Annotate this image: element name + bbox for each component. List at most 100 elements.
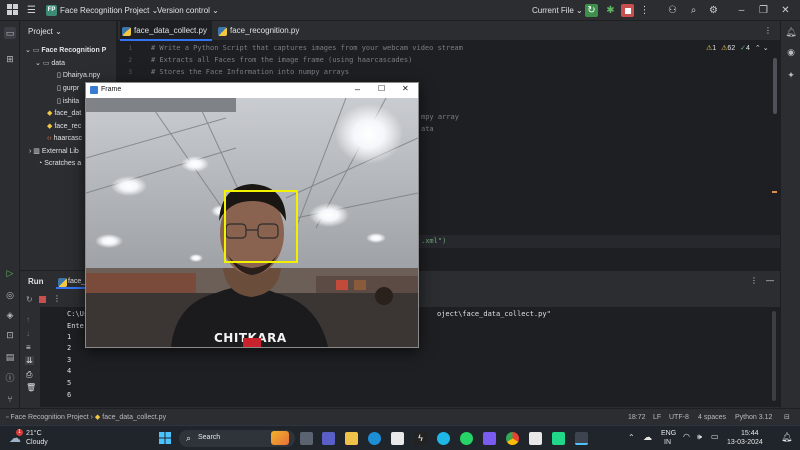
file-explorer-icon[interactable] [345,432,358,445]
circle-app-icon[interactable] [437,432,450,445]
minimize-icon[interactable]: – [355,84,360,94]
git-icon[interactable]: ⑂ [4,393,16,405]
amazon-icon[interactable] [391,432,404,445]
layers-icon[interactable]: ◈ [4,309,16,321]
tree-item-python-file[interactable]: ◆ face_dat [47,108,81,120]
maximize-icon[interactable]: ☐ [378,84,385,93]
restore-icon[interactable]: ❐ [757,4,770,17]
terminal-icon[interactable]: ▤ [4,351,16,363]
line-separator[interactable]: LF [653,409,661,426]
clock-time[interactable]: 15:44 [741,430,759,437]
python-frame-app-icon[interactable] [575,432,588,445]
edge-icon[interactable] [368,432,381,445]
scroll-to-end-icon[interactable]: ⇊ [25,356,34,365]
rerun-icon[interactable]: ↻ [585,4,598,17]
store-icon[interactable] [529,432,542,445]
notification-bell-icon[interactable]: 🔔︎ [781,432,792,443]
print-icon[interactable]: ⎙ [26,370,32,380]
indent-setting[interactable]: 4 spaces [698,409,726,426]
task-view-icon[interactable] [300,432,313,445]
structure-tool-icon[interactable]: ⊞ [4,53,16,65]
breadcrumb[interactable]: ▫ Face Recognition Project › ◆ face_data… [6,409,166,426]
frame-title-bar[interactable]: Frame – ☐ ✕ [86,83,418,98]
search-icon[interactable]: ⌕ [687,4,700,17]
error-stripe-marker[interactable] [772,191,777,193]
settings-gear-icon[interactable]: ⚙ [707,4,720,17]
tree-item-scratches[interactable]: ◔ Scratches a [38,158,81,170]
webcam-feed: CHITKARA [86,98,418,347]
hide-panel-icon[interactable]: — [766,276,774,285]
pycharm-icon[interactable] [552,432,565,445]
main-menu-icon[interactable]: ☰ [25,4,38,17]
rerun-icon[interactable]: ↻ [26,295,33,304]
stop-icon[interactable] [39,296,46,303]
clock-date[interactable]: 13-03-2024 [727,439,763,446]
caret-position[interactable]: 18:72 [628,409,646,426]
tree-item-file[interactable]: ▯ ishita [57,96,79,108]
more-options-icon[interactable]: ⋮ [53,294,61,303]
chrome-icon[interactable] [506,432,519,445]
tree-item-file[interactable]: ▯ Dhairya.npy [57,70,100,82]
file-encoding[interactable]: UTF-8 [669,409,689,426]
interpreter[interactable]: Python 3.12 [735,409,772,426]
tab-face-recognition[interactable]: face_recognition.py [216,21,306,41]
run-config-dropdown[interactable]: Current File ⌄ [532,0,583,21]
minimize-icon[interactable]: – [735,4,748,17]
inspection-widget[interactable]: ⚠1 ⚠62 ✓4 ⌃ ⌄ [706,44,769,52]
run-more-icon[interactable]: ⋮ [750,276,758,285]
lock-icon[interactable]: ⊟ [784,409,790,426]
windows-logo-icon[interactable] [6,4,19,17]
close-icon[interactable]: ✕ [402,84,409,93]
scroll-up-icon[interactable]: ↑ [26,315,30,324]
problems-icon[interactable]: ⓘ [4,372,16,384]
weather-temp[interactable]: 21°C [26,430,42,437]
tree-item-python-file[interactable]: ◆ face_rec [47,121,81,133]
database-icon[interactable]: ◉ [785,46,797,58]
close-icon[interactable]: ✕ [779,4,792,17]
weather-condition[interactable]: Cloudy [26,439,48,446]
video-app-icon[interactable] [483,432,496,445]
python-console-icon[interactable]: ⊡ [4,329,16,341]
chevron-down-icon[interactable]: ⌄ [763,45,769,52]
whatsapp-icon[interactable] [460,432,473,445]
battery-icon[interactable]: ▭ [711,432,719,441]
add-user-icon[interactable]: ⚇ [666,4,679,17]
tree-item-external-libraries[interactable]: › ▥ External Lib [29,146,79,158]
debug-icon[interactable]: ✱ [604,4,617,17]
scroll-down-icon[interactable]: ↓ [26,329,30,338]
chevron-up-icon[interactable]: ⌃ [755,45,761,52]
soft-wrap-icon[interactable]: ≡ [26,343,31,352]
editor-scrollbar[interactable] [773,58,777,114]
vcs-dropdown[interactable]: Version control ⌄ [157,0,219,21]
start-icon[interactable] [159,432,171,446]
tree-item-data-folder[interactable]: ⌄ ▭ data [35,58,65,70]
tree-item-file[interactable]: ▯ gurpr [57,83,79,95]
project-name-dropdown[interactable]: Face Recognition Project ⌄ [60,0,158,21]
code-line: # Write a Python Script that captures im… [151,44,463,52]
tab-face-data-collect[interactable]: face_data_collect.py ✕ [120,21,212,55]
tree-item-xml-file[interactable]: ‹› haarcasc [47,133,82,145]
volume-icon[interactable]: 🕪︎ [697,432,702,442]
stop-icon[interactable] [621,4,634,17]
chevron-up-icon[interactable]: ⌃ [628,433,635,442]
onedrive-cloud-icon[interactable]: ☁ [643,432,652,443]
wifi-icon[interactable]: ◠ [683,432,690,441]
run-tool-icon[interactable]: ▷ [4,267,16,279]
ai-assistant-icon[interactable]: ✦ [785,69,797,81]
notifications-icon[interactable]: 🔔︎ [785,26,797,38]
language-indicator[interactable]: ENG [661,430,676,437]
tabs-more-icon[interactable]: ⋮ [764,21,772,41]
teams-icon[interactable] [322,432,335,445]
console-line: 5 [67,379,72,387]
region-indicator[interactable]: IN [664,439,671,446]
project-panel-title[interactable]: Project ⌄ [28,26,62,38]
more-options-icon[interactable]: ⋮ [638,4,651,17]
python-packages-icon[interactable]: ◎ [4,289,16,301]
tree-item-project-root[interactable]: ⌄ ▭ Face Recognition P [25,45,106,57]
trash-icon[interactable]: 🗑︎ [26,383,36,392]
project-tool-icon[interactable]: ▭ [4,27,16,39]
console-scrollbar[interactable] [772,311,776,401]
python-file-icon [122,27,131,36]
bolt-app-icon[interactable]: ϟ [414,432,427,445]
taskbar-search-box[interactable]: ⌕ Search [179,430,295,447]
